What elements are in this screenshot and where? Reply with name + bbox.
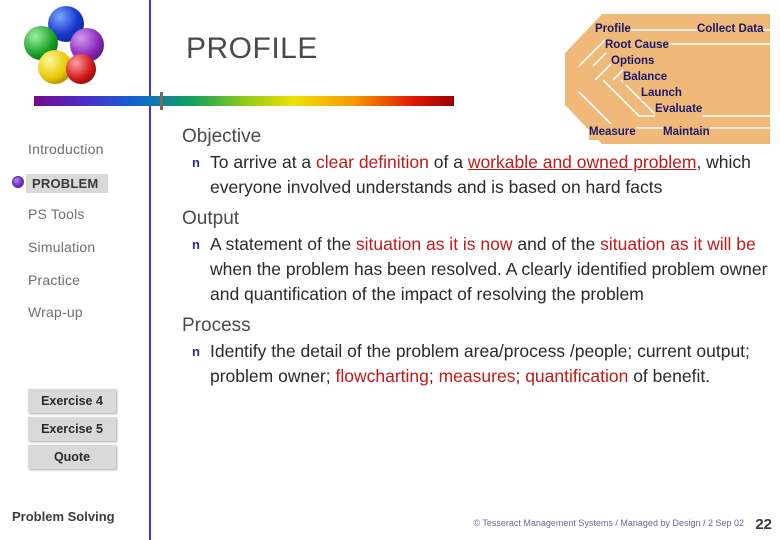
text-part: To arrive at a <box>210 152 317 172</box>
copyright-credit: © Tesseract Management Systems / Managed… <box>473 518 744 528</box>
process-step-label: Collect Data <box>697 23 764 35</box>
section-heading-process: Process <box>182 315 251 336</box>
sidebar: Introduction PROBLEM PS Tools Simulation… <box>0 0 152 540</box>
process-step-options[interactable]: Options <box>611 53 655 69</box>
process-step-evaluate[interactable]: Evaluate <box>655 101 703 117</box>
sidebar-item-label: Practice <box>28 272 81 288</box>
text-part: ; <box>428 366 439 386</box>
sidebar-button-label: Exercise 4 <box>41 394 103 408</box>
page-number: 22 <box>755 516 772 533</box>
sidebar-item-problem[interactable]: PROBLEM <box>26 174 109 193</box>
text-part: ; <box>515 366 526 386</box>
process-step-collect-data[interactable]: Collect Data <box>697 21 764 37</box>
bullet-text-process: Identify the detail of the problem area/… <box>210 339 774 389</box>
bullet-marker-icon: n <box>192 344 200 359</box>
sidebar-item-label: Introduction <box>28 141 104 157</box>
bullet-text-output: A statement of the situation as it is no… <box>210 232 774 307</box>
text-part: A statement of the <box>210 234 356 254</box>
bullet-objective: n To arrive at a clear definition of a w… <box>182 150 774 200</box>
text-part: when the problem has been resolved. A cl… <box>210 259 768 304</box>
logo-spheres <box>18 6 128 86</box>
text-part-highlight: situation as it will be <box>600 234 756 254</box>
sidebar-button-quote[interactable]: Quote <box>28 445 116 469</box>
process-step-label: Profile <box>595 23 631 35</box>
bullet-process: n Identify the detail of the problem are… <box>182 339 774 389</box>
process-step-label: Launch <box>641 87 682 99</box>
sidebar-item-wrap-up[interactable]: Wrap-up <box>28 304 83 320</box>
text-part-highlight: flowcharting <box>335 366 429 386</box>
sidebar-item-label: Wrap-up <box>28 304 83 320</box>
text-part: of benefit. <box>628 366 711 386</box>
sidebar-item-simulation[interactable]: Simulation <box>28 239 95 255</box>
sidebar-active-bullet-icon <box>12 176 24 188</box>
section-heading-output: Output <box>182 208 240 229</box>
text-part-highlight: measures <box>438 366 516 386</box>
process-diagram: Profile Collect Data Root Cause Options … <box>564 0 771 145</box>
text-part-highlight: clear definition <box>316 152 429 172</box>
text-part-highlight: situation as it is now <box>355 234 513 254</box>
text-part-highlight-underline: workable and owned problem <box>467 152 697 172</box>
text-part: and of the <box>512 234 601 254</box>
process-step-launch[interactable]: Launch <box>641 85 682 101</box>
sidebar-item-practice[interactable]: Practice <box>28 272 80 288</box>
text-part-highlight: quantification <box>525 366 629 386</box>
sidebar-button-exercise-4[interactable]: Exercise 4 <box>28 389 116 413</box>
sidebar-item-label: PS Tools <box>28 206 85 222</box>
logo-sphere-red <box>66 54 96 84</box>
sidebar-item-ps-tools[interactable]: PS Tools <box>28 206 85 222</box>
sidebar-item-label: Simulation <box>28 239 96 255</box>
sidebar-item-label: PROBLEM <box>32 176 99 191</box>
slide-content: Objective n To arrive at a clear definit… <box>182 126 774 391</box>
text-part: of a <box>428 152 468 172</box>
sidebar-item-introduction[interactable]: Introduction <box>28 141 104 157</box>
bullet-text-objective: To arrive at a clear definition of a wor… <box>210 150 774 200</box>
bullet-marker-icon: n <box>192 155 200 170</box>
process-step-label: Root Cause <box>605 39 669 51</box>
bullet-output: n A statement of the situation as it is … <box>182 232 774 307</box>
process-step-label: Evaluate <box>655 103 703 115</box>
rainbow-progress-marker <box>160 92 163 110</box>
section-heading-objective: Objective <box>182 126 262 147</box>
process-step-balance[interactable]: Balance <box>623 69 668 85</box>
process-step-label: Options <box>611 55 655 67</box>
sidebar-button-label: Exercise 5 <box>41 422 103 436</box>
bullet-marker-icon: n <box>192 237 200 252</box>
process-step-profile[interactable]: Profile <box>595 21 631 37</box>
sidebar-button-label: Quote <box>53 450 91 464</box>
process-step-root-cause[interactable]: Root Cause <box>605 37 669 53</box>
sidebar-footer-label: Problem Solving <box>12 509 115 524</box>
page-title: PROFILE <box>186 32 318 65</box>
sidebar-button-exercise-5[interactable]: Exercise 5 <box>28 417 116 441</box>
rainbow-divider <box>34 96 454 106</box>
process-step-label: Balance <box>623 71 668 83</box>
